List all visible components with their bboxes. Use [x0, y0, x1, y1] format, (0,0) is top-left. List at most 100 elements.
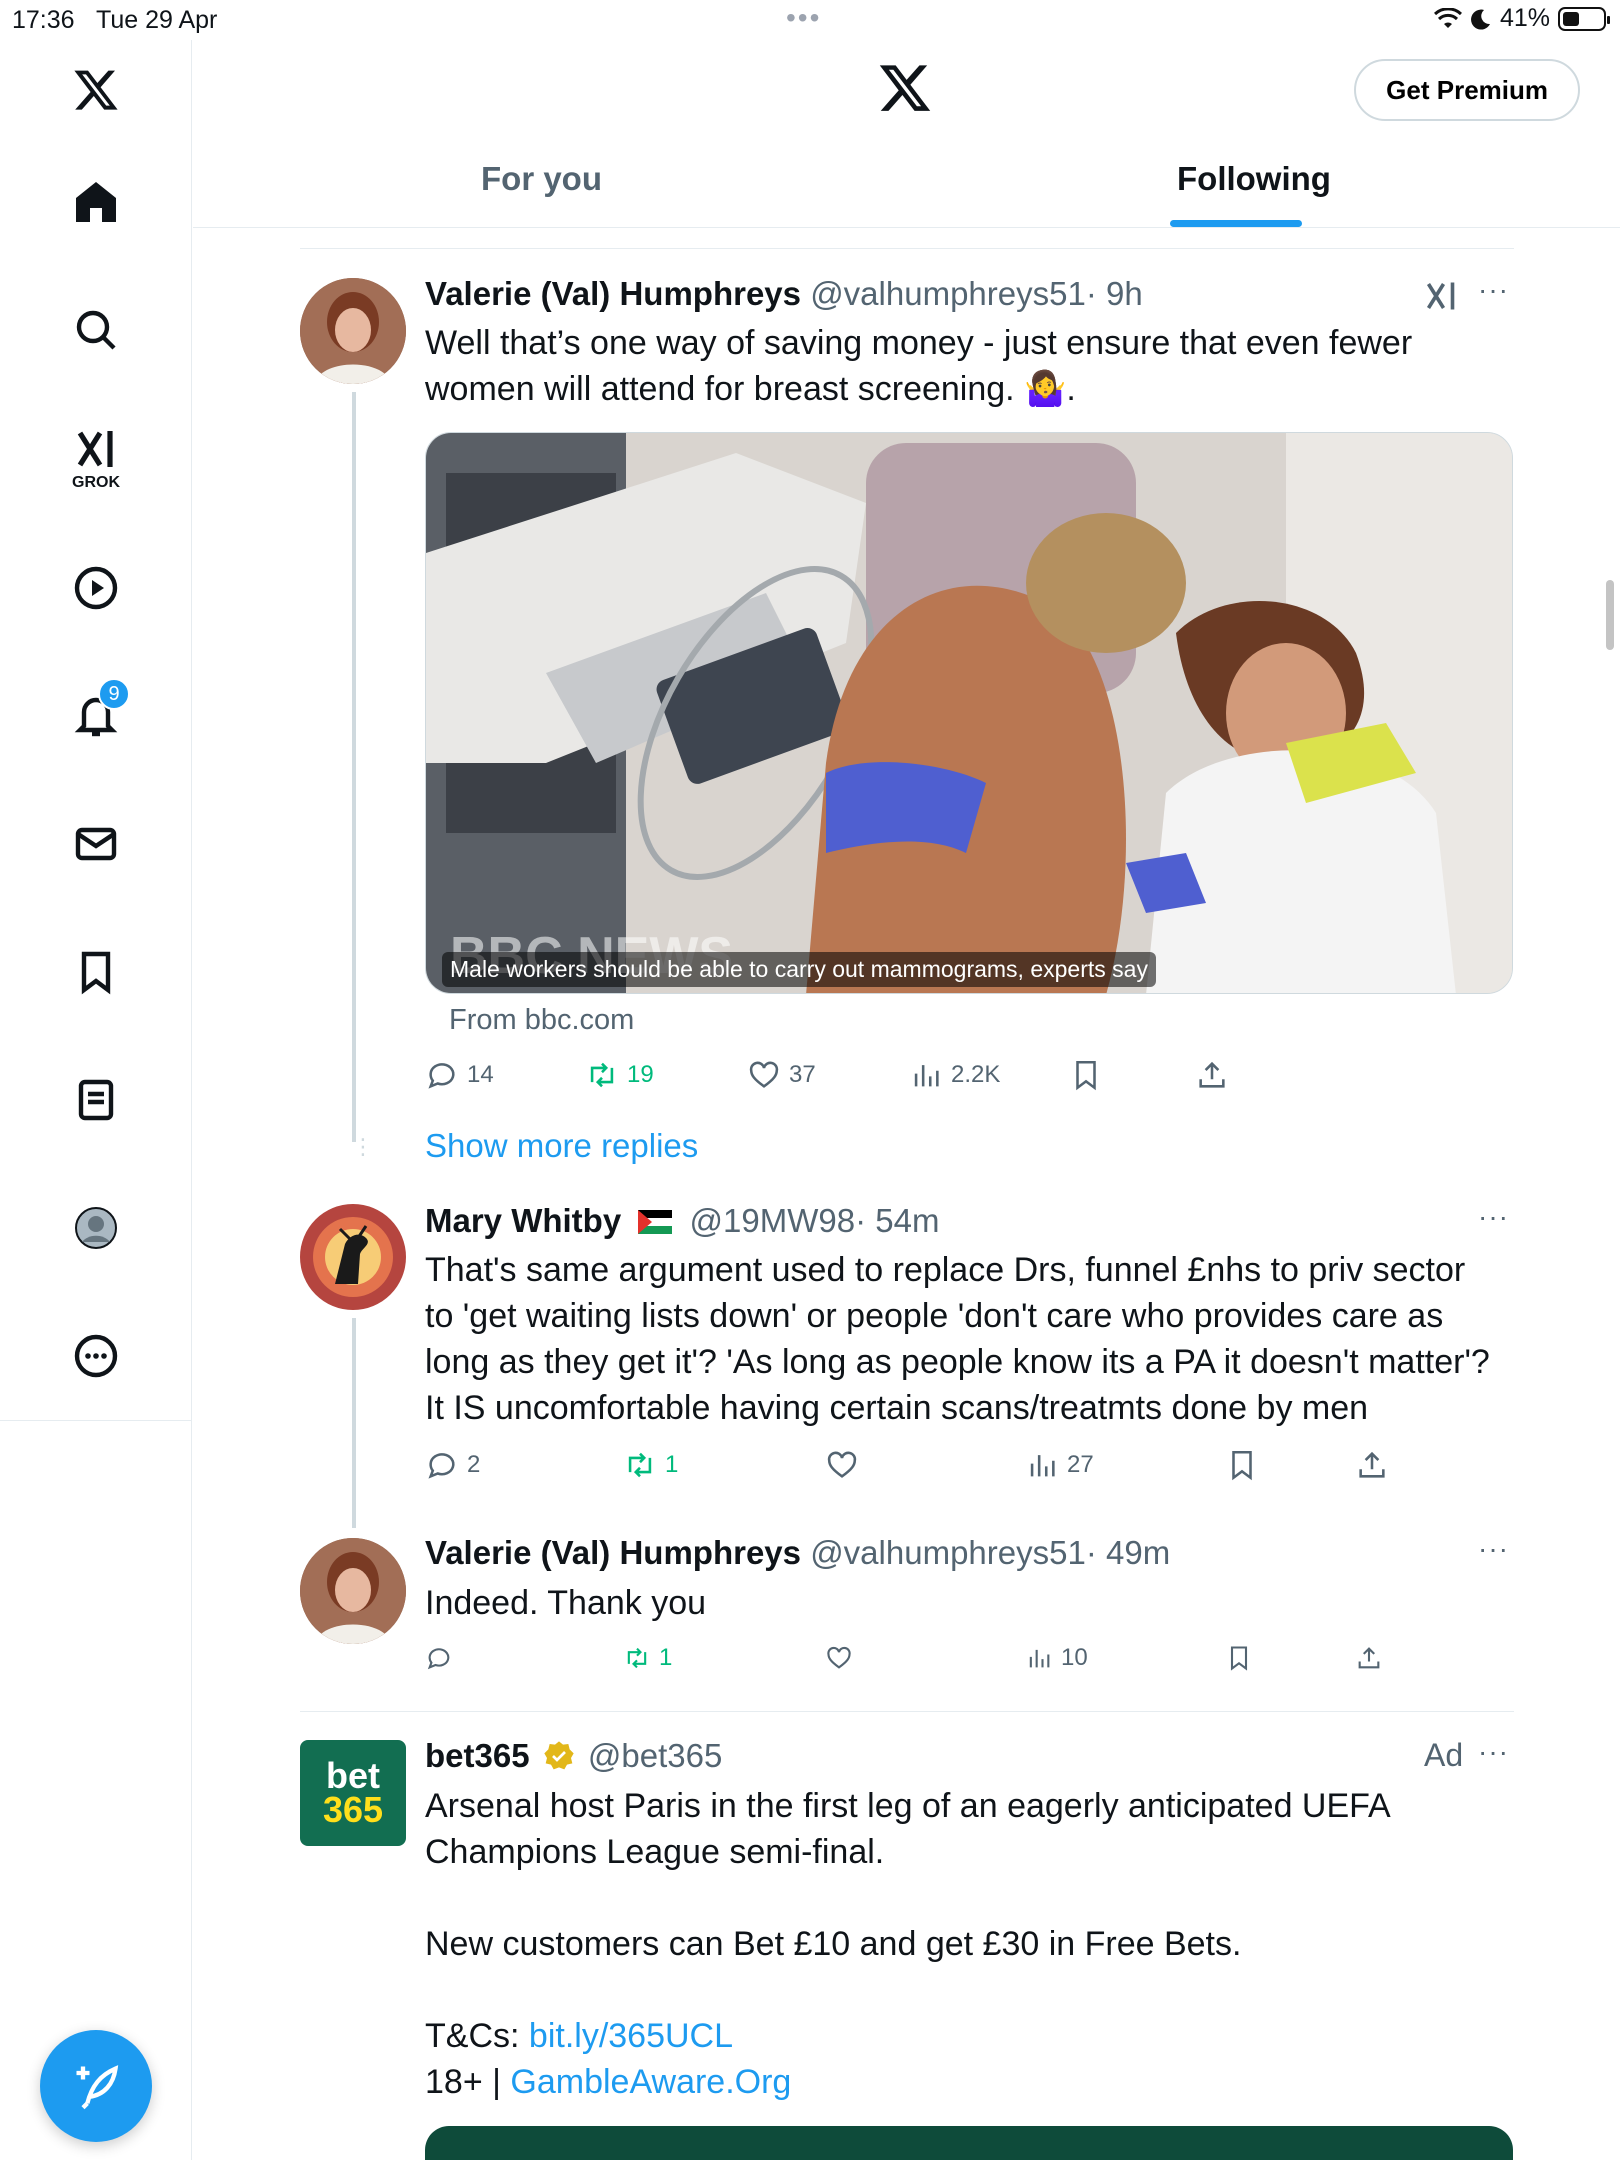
tab-for-you[interactable]: For you — [481, 160, 602, 198]
retweet-icon — [590, 1062, 614, 1088]
like-button[interactable] — [825, 1644, 1025, 1672]
share-button[interactable] — [1195, 1058, 1229, 1092]
author-handle[interactable]: @valhumphreys51 — [810, 1534, 1086, 1571]
tcs-link[interactable]: bit.ly/365UCL — [529, 2017, 733, 2055]
bookmark-icon — [1232, 1450, 1252, 1481]
sidebar: GROK 9 — [0, 40, 192, 2160]
bookmark-button[interactable] — [1225, 1448, 1355, 1482]
battery-icon — [1558, 6, 1610, 31]
like-button[interactable]: 37 — [747, 1058, 909, 1092]
compose-post-button[interactable] — [40, 2030, 152, 2142]
author-handle[interactable]: @19MW98 — [690, 1202, 856, 1239]
profile-avatar-icon[interactable] — [56, 1188, 136, 1268]
tweet-text-line: It IS uncomfortable having certain scans… — [425, 1389, 1369, 1427]
retweet-button[interactable]: 1 — [623, 1644, 825, 1672]
tweet-actions: 2 1 27 — [425, 1448, 1425, 1482]
video-icon[interactable] — [56, 548, 136, 628]
tweet-header: bet365 @bet365 — [425, 1737, 722, 1775]
author-name[interactable]: Mary Whitby — [425, 1202, 621, 1239]
tweet-time[interactable]: · 49m — [1086, 1534, 1170, 1571]
retweet-button[interactable]: 1 — [623, 1448, 825, 1482]
divider — [300, 248, 1514, 249]
tweet-text-line: Arsenal host Paris in the first leg of a… — [425, 1787, 1391, 1825]
views-button[interactable]: 27 — [1025, 1448, 1225, 1482]
heart-icon — [749, 1061, 779, 1088]
search-icon[interactable] — [56, 290, 136, 370]
more-options-icon[interactable]: ··· — [1478, 274, 1509, 306]
home-icon[interactable] — [56, 162, 136, 242]
bookmark-button[interactable] — [1069, 1058, 1195, 1092]
tweet-actions: 1 10 — [425, 1644, 1425, 1672]
tweet-text-line: New customers can Bet £10 and get £30 in… — [425, 1925, 1242, 1963]
tweet-text-line: Champions League semi-final. — [425, 1833, 885, 1871]
multitasking-dots-icon[interactable]: ••• — [786, 2, 821, 34]
retweet-button[interactable]: 19 — [585, 1058, 747, 1092]
grok-icon[interactable] — [1424, 278, 1460, 314]
tab-following[interactable]: Following — [1177, 160, 1331, 198]
author-name[interactable]: Valerie (Val) Humphreys — [425, 1534, 801, 1571]
timeline-header: Get Premium For you Following — [193, 40, 1620, 228]
share-button[interactable] — [1355, 1448, 1389, 1482]
more-options-icon[interactable]: ··· — [1478, 1736, 1509, 1768]
get-premium-button[interactable]: Get Premium — [1354, 59, 1580, 121]
like-button[interactable] — [825, 1448, 1025, 1482]
retweet-count: 1 — [659, 1644, 673, 1671]
avatar[interactable] — [300, 278, 406, 384]
bet365-logo-top: bet — [326, 1755, 380, 1796]
reply-count: 14 — [467, 1061, 494, 1088]
share-button[interactable] — [1355, 1644, 1383, 1672]
share-icon — [1359, 1451, 1385, 1478]
views-button[interactable]: 10 — [1025, 1644, 1225, 1672]
heart-icon — [827, 1451, 857, 1478]
tweet-text-line: women will attend for breast screening. … — [425, 370, 1076, 408]
tweet-text-line: Well that’s one way of saving money - ju… — [425, 324, 1413, 362]
views-button[interactable]: 2.2K — [909, 1058, 1069, 1092]
notifications-bell-icon[interactable]: 9 — [56, 676, 136, 756]
reply-button[interactable] — [425, 1644, 623, 1672]
reply-button[interactable]: 2 — [425, 1448, 623, 1482]
gamble-aware-link[interactable]: GambleAware.Org — [510, 2063, 791, 2101]
retweet-count: 1 — [665, 1451, 679, 1478]
link-source[interactable]: From bbc.com — [449, 1004, 634, 1037]
more-options-icon[interactable]: ··· — [1478, 1201, 1509, 1233]
bookmark-icon[interactable] — [56, 932, 136, 1012]
tweet-text: Indeed. Thank you — [425, 1584, 707, 1622]
verified-badge-icon — [544, 1741, 574, 1770]
author-handle[interactable]: @valhumphreys51 — [810, 275, 1086, 312]
show-more-replies-link[interactable]: Show more replies — [425, 1127, 698, 1165]
reply-button[interactable]: 14 — [425, 1058, 585, 1092]
more-options-icon[interactable] — [56, 1316, 136, 1396]
bookmark-button[interactable] — [1225, 1644, 1355, 1672]
palestine-flag-icon — [638, 1210, 673, 1234]
retweet-icon — [627, 1647, 647, 1669]
tweet-time[interactable]: · 9h — [1086, 275, 1143, 312]
link-card-image[interactable]: BBC NEWS Male workers should be able to … — [425, 432, 1513, 994]
like-count: 37 — [789, 1061, 816, 1088]
reply-icon — [428, 1063, 455, 1089]
author-name[interactable]: Valerie (Val) Humphreys — [425, 275, 801, 312]
lists-icon[interactable] — [56, 1060, 136, 1140]
battery-percent: 41% — [1499, 4, 1550, 32]
ad-media-card[interactable] — [425, 2126, 1513, 2160]
view-count: 10 — [1061, 1644, 1088, 1671]
grok-icon[interactable]: GROK — [56, 418, 136, 498]
author-handle[interactable]: @bet365 — [588, 1737, 722, 1774]
tweet-header: Valerie (Val) Humphreys @valhumphreys51·… — [425, 1534, 1170, 1572]
x-logo[interactable] — [877, 60, 933, 116]
views-chart-icon — [1030, 1455, 1055, 1477]
mail-icon[interactable] — [56, 804, 136, 884]
avatar[interactable] — [300, 1204, 406, 1310]
ad-label: Ad — [1424, 1737, 1464, 1773]
status-bar: 17:36 Tue 29 Apr ••• 41% — [0, 0, 1620, 40]
tweet-time[interactable]: · 54m — [855, 1202, 939, 1239]
tweet-text: Well that’s one way of saving money - ju… — [425, 320, 1515, 412]
x-logo[interactable] — [56, 50, 136, 130]
author-name[interactable]: bet365 — [425, 1737, 530, 1774]
status-date: Tue 29 Apr — [96, 6, 218, 34]
divider — [300, 1711, 1514, 1712]
scrollbar[interactable] — [1606, 580, 1614, 650]
more-options-icon[interactable]: ··· — [1478, 1533, 1509, 1565]
avatar[interactable] — [300, 1538, 406, 1644]
reply-icon — [428, 1453, 455, 1479]
bet365-avatar[interactable]: bet 365 — [300, 1740, 406, 1846]
